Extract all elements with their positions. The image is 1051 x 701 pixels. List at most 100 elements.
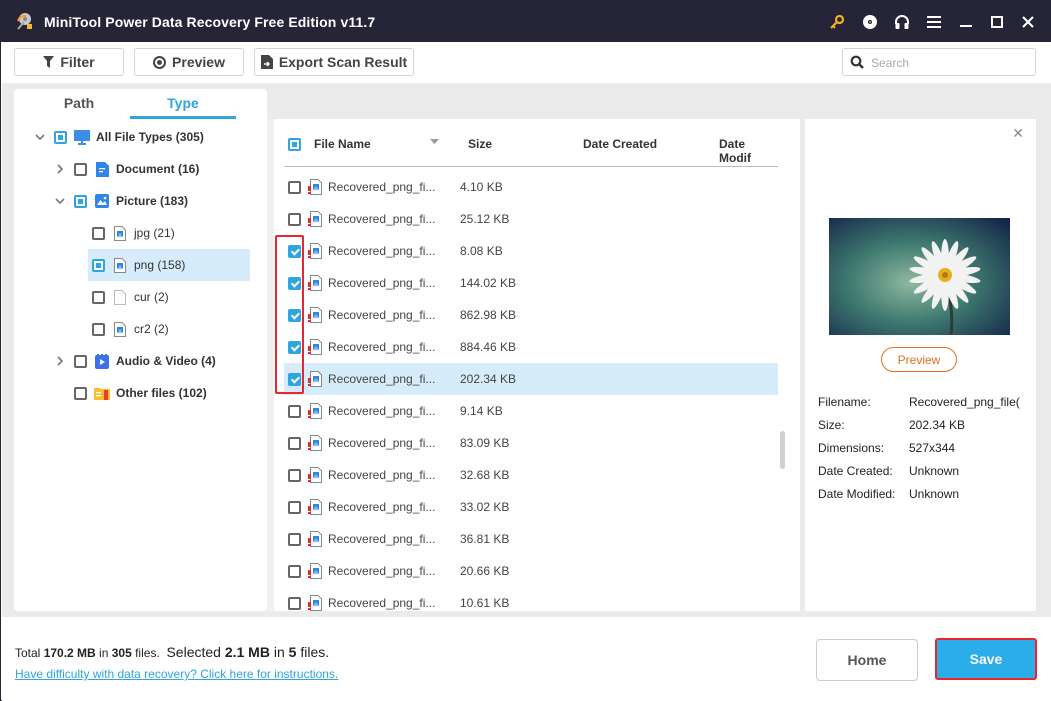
search-box[interactable] [842, 48, 1036, 76]
video-icon [94, 353, 110, 369]
tree-item-checkbox[interactable] [74, 354, 87, 368]
help-link[interactable]: Have difficulty with data recovery? Clic… [15, 667, 338, 681]
file-size: 144.02 KB [460, 276, 517, 290]
file-row[interactable]: Recovered_png_fi... 33.02 KB [284, 491, 778, 523]
preview-toolbar-label: Preview [172, 54, 225, 70]
tree-item[interactable]: All File Types (305) [14, 121, 264, 153]
file-row-checkbox[interactable] [288, 180, 301, 194]
select-all-checkbox[interactable] [288, 138, 301, 151]
file-row-checkbox[interactable] [288, 468, 301, 482]
file-row[interactable]: Recovered_png_fi... 884.46 KB [284, 331, 778, 363]
tree-item-checkbox[interactable] [54, 130, 67, 144]
chevron-down-icon[interactable] [54, 195, 66, 207]
tree-item[interactable]: cr2 (2) [88, 313, 250, 345]
tree-item-checkbox[interactable] [74, 194, 87, 208]
total-mid: in [95, 646, 112, 660]
headphones-icon[interactable] [892, 12, 912, 32]
sort-descending-icon[interactable] [430, 139, 439, 145]
save-button[interactable]: Save [935, 638, 1037, 680]
selected-prefix: Selected [166, 644, 225, 660]
file-row[interactable]: Recovered_png_fi... 862.98 KB [284, 299, 778, 331]
tree-item-checkbox[interactable] [92, 322, 105, 336]
png-file-icon [308, 563, 322, 579]
metadata-value: 202.34 KB [909, 418, 966, 432]
tree-item[interactable]: png (158) [88, 249, 250, 281]
file-row[interactable]: Recovered_png_fi... 83.09 KB [284, 427, 778, 459]
tab-path[interactable]: Path [44, 95, 114, 111]
tree-item-label: Audio & Video (4) [116, 354, 216, 368]
png-file-icon [308, 339, 322, 355]
file-row-checkbox[interactable] [288, 404, 301, 418]
maximize-icon[interactable] [987, 12, 1007, 32]
file-list-scrollbar[interactable] [780, 431, 785, 469]
menu-icon[interactable] [924, 12, 944, 32]
title-bar: MiniTool Power Data Recovery Free Editio… [1, 1, 1051, 42]
file-row-checkbox[interactable] [288, 564, 301, 578]
metadata-row: Dimensions: 527x344 [818, 441, 1033, 457]
total-count: 305 [111, 646, 132, 660]
tree-item-checkbox[interactable] [92, 258, 105, 272]
preview-toolbar-button[interactable]: Preview [134, 48, 244, 76]
file-row[interactable]: Recovered_png_fi... 25.12 KB [284, 203, 778, 235]
scan-summary: Total 170.2 MB in 305 files. Selected 2.… [15, 644, 329, 660]
column-size[interactable]: Size [468, 137, 492, 151]
file-row[interactable]: Recovered_png_fi... 144.02 KB [284, 267, 778, 299]
tree-item[interactable]: jpg (21) [88, 217, 250, 249]
tree-item[interactable]: Document (16) [14, 153, 264, 185]
file-row[interactable]: Recovered_png_fi... 8.08 KB [284, 235, 778, 267]
file-row[interactable]: Recovered_png_fi... 36.81 KB [284, 523, 778, 555]
disc-icon[interactable] [860, 12, 880, 32]
file-row-checkbox[interactable] [288, 500, 301, 514]
export-scan-result-button[interactable]: Export Scan Result [254, 48, 414, 76]
file-row[interactable]: Recovered_png_fi... 4.10 KB [284, 171, 778, 203]
tree-item-checkbox[interactable] [74, 386, 87, 400]
chevron-right-icon[interactable] [54, 163, 66, 175]
preview-thumbnail [829, 218, 1010, 335]
column-date-modified[interactable]: Date Modif [719, 137, 778, 165]
tab-type[interactable]: Type [130, 95, 236, 119]
metadata-row: Date Created: Unknown [818, 464, 1033, 480]
file-row[interactable]: Recovered_png_fi... 20.66 KB [284, 555, 778, 587]
total-size: 170.2 MB [43, 646, 96, 660]
tree-item-checkbox[interactable] [74, 162, 87, 176]
file-row[interactable]: Recovered_png_fi... 32.68 KB [284, 459, 778, 491]
tree-item[interactable]: cur (2) [88, 281, 250, 313]
search-input[interactable] [871, 54, 1021, 72]
png-file-icon [308, 371, 322, 387]
png-file-icon [308, 403, 322, 419]
folder-icon [94, 387, 110, 400]
file-row-checkbox[interactable] [288, 436, 301, 450]
selected-checkboxes-highlight [275, 235, 304, 394]
panel-divider[interactable] [267, 119, 274, 611]
column-file-name[interactable]: File Name [314, 137, 371, 151]
home-button[interactable]: Home [816, 639, 918, 681]
file-row-checkbox[interactable] [288, 596, 301, 610]
tree-item-checkbox[interactable] [92, 226, 105, 240]
image-file-icon [112, 257, 128, 273]
file-row-checkbox[interactable] [288, 532, 301, 546]
file-name: Recovered_png_fi... [328, 500, 436, 514]
chevron-right-icon[interactable] [54, 355, 66, 367]
file-row[interactable]: Recovered_png_fi... 10.61 KB [284, 587, 778, 619]
tree-item[interactable]: Audio & Video (4) [14, 345, 264, 377]
close-icon[interactable] [1018, 12, 1038, 32]
chevron-down-icon[interactable] [34, 131, 46, 143]
key-icon[interactable] [827, 12, 847, 32]
file-row-checkbox[interactable] [288, 212, 301, 226]
file-row[interactable]: Recovered_png_fi... 9.14 KB [284, 395, 778, 427]
tree-item[interactable]: Other files (102) [14, 377, 264, 409]
column-date-created[interactable]: Date Created [583, 137, 657, 151]
tree-item-label: png (158) [134, 258, 186, 272]
content-area: Path Type All File Types (305) Document (… [2, 83, 1051, 617]
minimize-icon[interactable] [956, 12, 976, 32]
tree-item[interactable]: Picture (183) [14, 185, 264, 217]
tree-item-checkbox[interactable] [92, 290, 105, 304]
preview-file-button[interactable]: Preview [881, 347, 957, 372]
filter-button[interactable]: Filter [14, 48, 124, 76]
app-logo-icon [17, 13, 32, 30]
file-row[interactable]: Recovered_png_fi... 202.34 KB [284, 363, 778, 395]
close-preview-icon[interactable]: ✕ [1012, 125, 1024, 142]
file-name: Recovered_png_fi... [328, 564, 436, 578]
app-window: MiniTool Power Data Recovery Free Editio… [0, 0, 1051, 701]
document-icon [94, 161, 110, 177]
